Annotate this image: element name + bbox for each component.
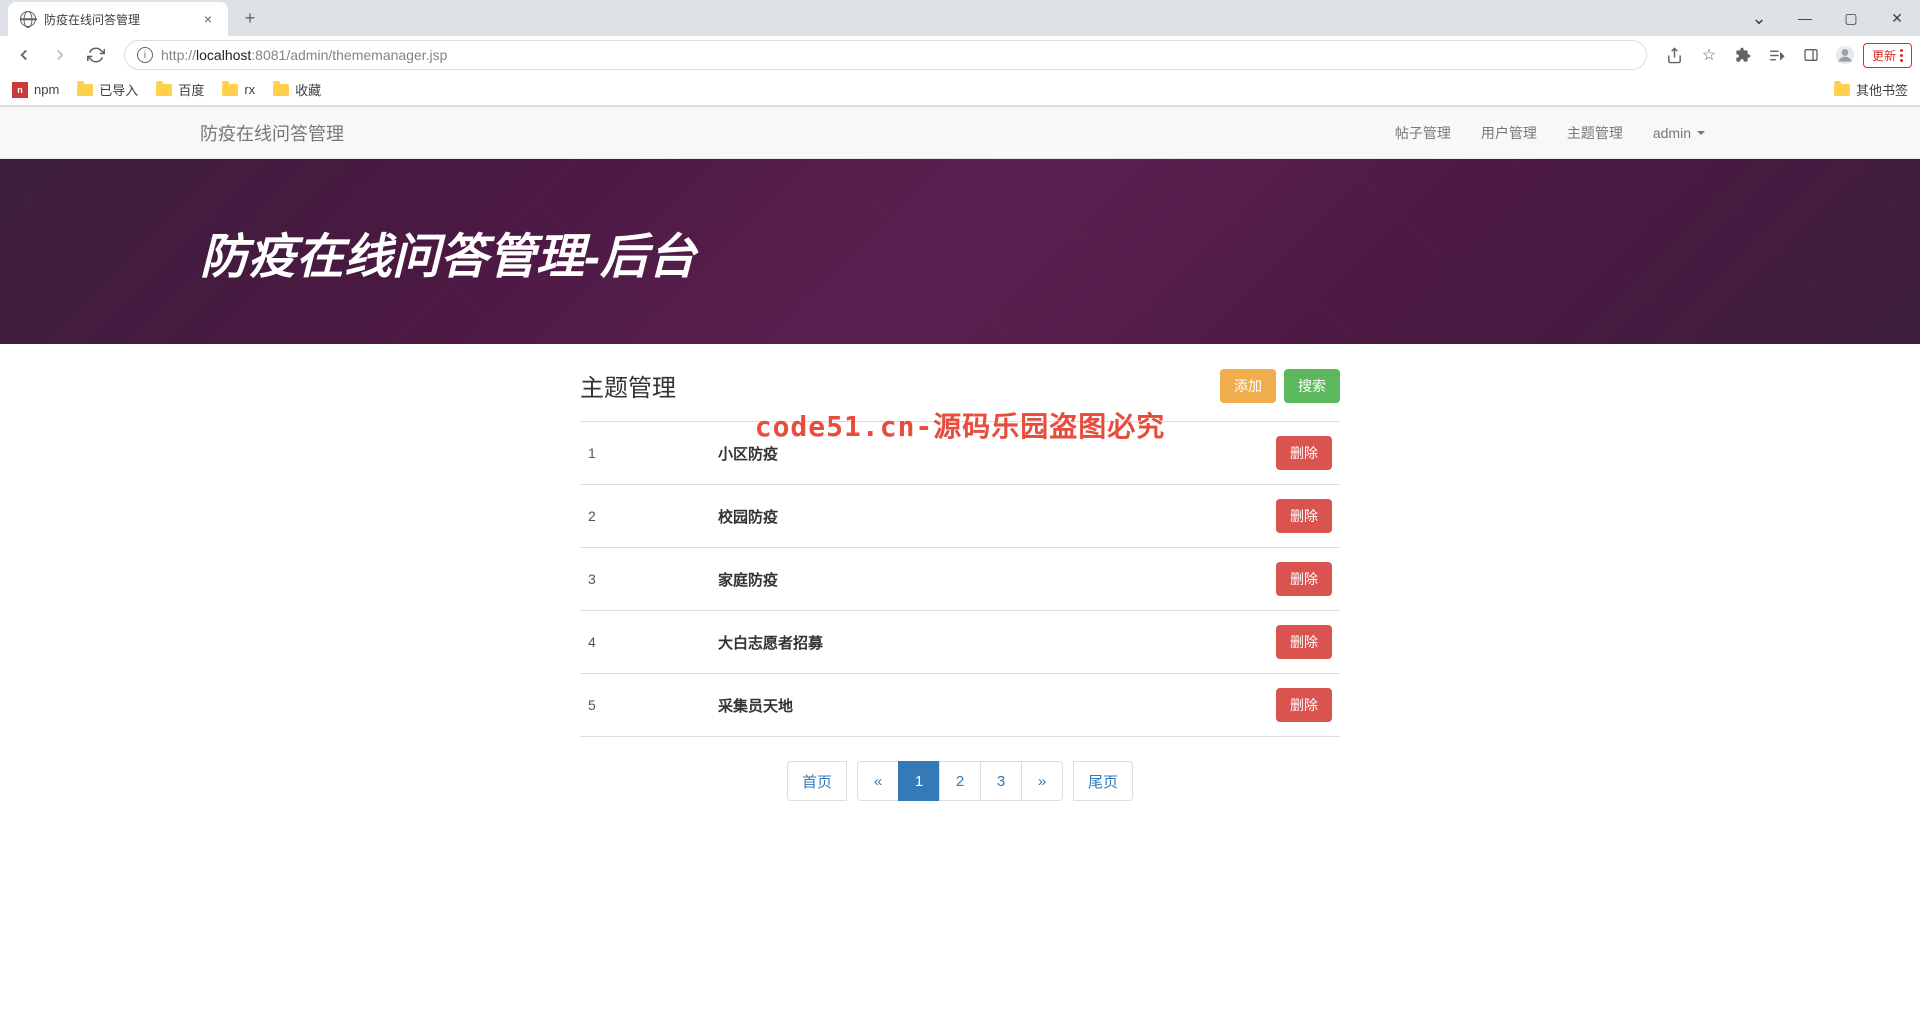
- site-info-icon[interactable]: i: [137, 47, 153, 63]
- table-row: 4 大白志愿者招募 删除: [580, 611, 1340, 674]
- close-window-button[interactable]: ✕: [1874, 0, 1920, 36]
- bookmark-imported[interactable]: 已导入: [77, 80, 138, 99]
- other-bookmarks[interactable]: 其他书签: [1834, 80, 1908, 99]
- tab-title: 防疫在线问答管理: [44, 11, 192, 28]
- reading-list-icon[interactable]: [1761, 39, 1793, 71]
- navbar-nav: 帖子管理 用户管理 主题管理 admin: [1380, 108, 1720, 158]
- delete-button[interactable]: 删除: [1276, 562, 1332, 596]
- panel-title: 主题管理: [580, 368, 676, 403]
- npm-icon: n: [12, 82, 28, 98]
- row-name: 大白志愿者招募: [710, 611, 1260, 674]
- nav-users[interactable]: 用户管理: [1466, 108, 1552, 158]
- page-navbar: 防疫在线问答管理 帖子管理 用户管理 主题管理 admin: [0, 107, 1920, 159]
- close-icon[interactable]: ×: [200, 11, 216, 27]
- pagination: 首页 « 1 2 3 » 尾页: [580, 761, 1340, 801]
- page-next[interactable]: »: [1021, 761, 1063, 801]
- menu-dots-icon: [1900, 49, 1903, 62]
- new-tab-button[interactable]: +: [236, 4, 264, 32]
- folder-icon: [1834, 84, 1850, 96]
- row-name: 家庭防疫: [710, 548, 1260, 611]
- nav-posts[interactable]: 帖子管理: [1380, 108, 1466, 158]
- theme-table: 1 小区防疫 删除 2 校园防疫 删除 3 家庭防疫 删除 4 大白志愿者招募 …: [580, 421, 1340, 737]
- browser-toolbar: i http://localhost:8081/admin/thememanag…: [0, 36, 1920, 74]
- page-last[interactable]: 尾页: [1073, 761, 1133, 801]
- table-row: 2 校园防疫 删除: [580, 485, 1340, 548]
- maximize-button[interactable]: ▢: [1828, 0, 1874, 36]
- navbar-brand[interactable]: 防疫在线问答管理: [200, 120, 344, 146]
- row-index: 1: [580, 422, 710, 485]
- row-index: 3: [580, 548, 710, 611]
- folder-icon: [273, 84, 289, 96]
- update-button[interactable]: 更新: [1863, 43, 1912, 68]
- page-1[interactable]: 1: [898, 761, 940, 801]
- caret-down-icon: [1697, 131, 1705, 135]
- table-row: 5 采集员天地 删除: [580, 674, 1340, 737]
- bookmark-baidu[interactable]: 百度: [156, 80, 204, 99]
- address-bar[interactable]: i http://localhost:8081/admin/thememanag…: [124, 40, 1647, 70]
- page-prev[interactable]: «: [857, 761, 899, 801]
- bookmarks-bar: nnpm 已导入 百度 rx 收藏 其他书签: [0, 74, 1920, 106]
- star-icon[interactable]: ☆: [1693, 39, 1725, 71]
- delete-button[interactable]: 删除: [1276, 499, 1332, 533]
- folder-icon: [77, 84, 93, 96]
- url-text: http://localhost:8081/admin/thememanager…: [161, 47, 447, 63]
- profile-icon[interactable]: [1829, 39, 1861, 71]
- row-index: 2: [580, 485, 710, 548]
- row-name: 校园防疫: [710, 485, 1260, 548]
- hero-title: 防疫在线问答管理-后台: [200, 217, 696, 287]
- forward-button[interactable]: [44, 39, 76, 71]
- minimize-button[interactable]: —: [1782, 0, 1828, 36]
- share-icon[interactable]: [1659, 39, 1691, 71]
- hero-banner: 防疫在线问答管理-后台: [0, 159, 1920, 344]
- window-controls: ⌄ — ▢ ✕: [1736, 0, 1920, 36]
- table-row: 1 小区防疫 删除: [580, 422, 1340, 485]
- row-name: 采集员天地: [710, 674, 1260, 737]
- back-button[interactable]: [8, 39, 40, 71]
- page-2[interactable]: 2: [939, 761, 981, 801]
- bookmark-rx[interactable]: rx: [222, 82, 255, 97]
- globe-icon: [20, 11, 36, 27]
- nav-themes[interactable]: 主题管理: [1552, 108, 1638, 158]
- nav-user-dropdown[interactable]: admin: [1638, 108, 1720, 158]
- browser-tab[interactable]: 防疫在线问答管理 ×: [8, 2, 228, 36]
- chevron-down-icon[interactable]: ⌄: [1736, 0, 1782, 36]
- row-name: 小区防疫: [710, 422, 1260, 485]
- bookmark-npm[interactable]: nnpm: [12, 82, 59, 98]
- table-row: 3 家庭防疫 删除: [580, 548, 1340, 611]
- folder-icon: [156, 84, 172, 96]
- browser-chrome: 防疫在线问答管理 × + ⌄ — ▢ ✕ i http://localhost:…: [0, 0, 1920, 107]
- delete-button[interactable]: 删除: [1276, 688, 1332, 722]
- search-button[interactable]: 搜索: [1284, 369, 1340, 403]
- row-index: 4: [580, 611, 710, 674]
- delete-button[interactable]: 删除: [1276, 436, 1332, 470]
- row-index: 5: [580, 674, 710, 737]
- folder-icon: [222, 84, 238, 96]
- extensions-icon[interactable]: [1727, 39, 1759, 71]
- delete-button[interactable]: 删除: [1276, 625, 1332, 659]
- side-panel-icon[interactable]: [1795, 39, 1827, 71]
- add-button[interactable]: 添加: [1220, 369, 1276, 403]
- panel-heading: 主题管理 添加 搜索: [580, 358, 1340, 421]
- page-3[interactable]: 3: [980, 761, 1022, 801]
- tab-strip: 防疫在线问答管理 × + ⌄ — ▢ ✕: [0, 0, 1920, 36]
- bookmark-favorites[interactable]: 收藏: [273, 80, 321, 99]
- page-first[interactable]: 首页: [787, 761, 847, 801]
- main-container: 主题管理 添加 搜索 1 小区防疫 删除 2 校园防疫 删除 3 家庭防疫 删除: [580, 344, 1340, 801]
- reload-button[interactable]: [80, 39, 112, 71]
